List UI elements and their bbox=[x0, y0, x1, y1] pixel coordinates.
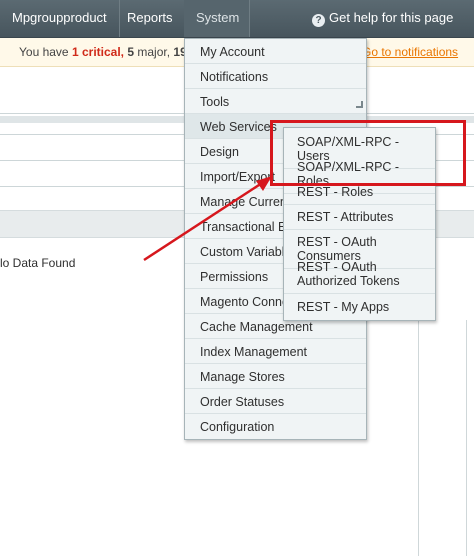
major-label: major, bbox=[134, 45, 174, 59]
top-nav: Mpgroupproduct Reports System ? Get help … bbox=[0, 0, 474, 38]
nav-item-reports[interactable]: Reports bbox=[115, 0, 186, 37]
critical-label: critical, bbox=[78, 45, 128, 59]
menu-item-order-statuses[interactable]: Order Statuses bbox=[185, 389, 366, 414]
column-divider bbox=[418, 320, 419, 556]
submenu-item-rest-my-apps[interactable]: REST - My Apps bbox=[284, 294, 435, 319]
nav-item-mpgroupproduct[interactable]: Mpgroupproduct bbox=[0, 0, 120, 37]
nav-item-system[interactable]: System bbox=[184, 0, 250, 37]
annotation-highlight-box bbox=[270, 120, 466, 186]
notice-prefix: You have bbox=[19, 45, 72, 59]
critical-count-value: 1 bbox=[71, 45, 79, 59]
no-data-message: lo Data Found bbox=[0, 256, 76, 270]
menu-item-index-management[interactable]: Index Management bbox=[185, 339, 366, 364]
critical-count: 1 critical, bbox=[72, 45, 127, 59]
go-to-notifications-link[interactable]: Go to notifications bbox=[362, 38, 458, 67]
menu-item-manage-stores[interactable]: Manage Stores bbox=[185, 364, 366, 389]
help-circle-icon: ? bbox=[312, 14, 325, 27]
column-divider bbox=[466, 320, 467, 556]
menu-item-tools[interactable]: Tools bbox=[185, 89, 366, 114]
menu-item-my-account[interactable]: My Account bbox=[185, 39, 366, 64]
help-link-label: Get help for this page bbox=[329, 10, 454, 25]
menu-item-configuration[interactable]: Configuration bbox=[185, 414, 366, 439]
help-link[interactable]: ? Get help for this page bbox=[312, 0, 453, 37]
submenu-indicator-icon bbox=[356, 101, 363, 108]
submenu-item-rest-oauth-tokens[interactable]: REST - OAuth Authorized Tokens bbox=[284, 254, 435, 294]
submenu-item-rest-attributes[interactable]: REST - Attributes bbox=[284, 204, 435, 230]
menu-item-notifications[interactable]: Notifications bbox=[185, 64, 366, 89]
